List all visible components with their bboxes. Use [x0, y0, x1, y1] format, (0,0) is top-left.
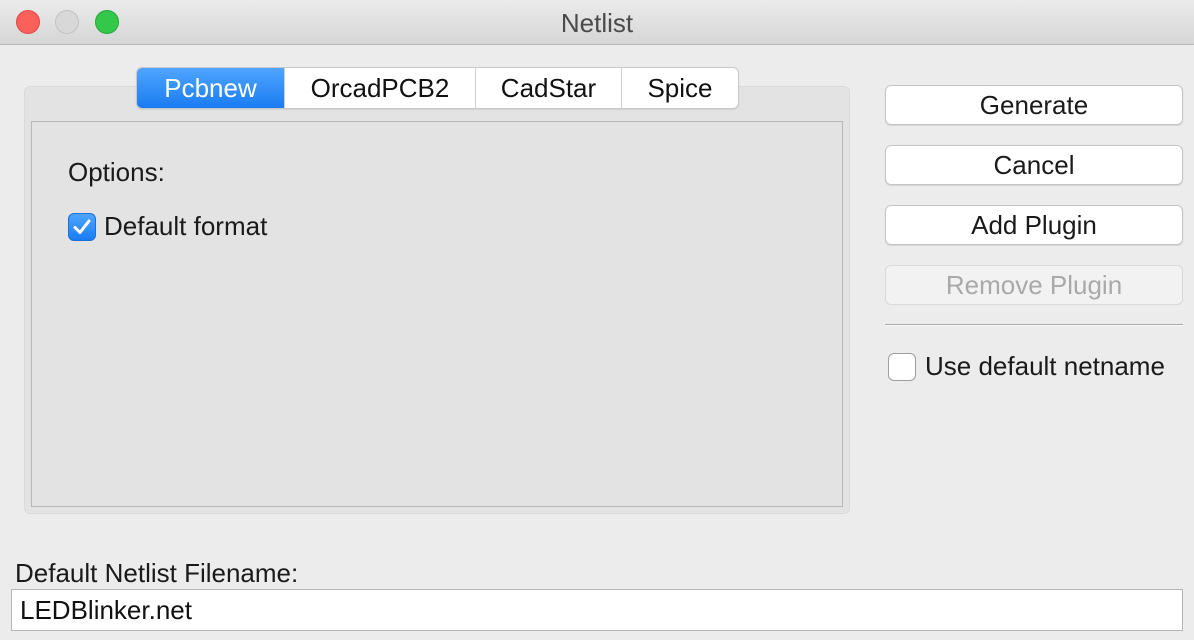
cancel-button[interactable]: Cancel: [885, 145, 1183, 185]
options-label: Options:: [68, 157, 165, 187]
default-format-checkbox[interactable]: [68, 213, 96, 241]
tab-pcbnew[interactable]: Pcbnew: [137, 68, 285, 108]
title-bar: Netlist: [0, 0, 1194, 45]
separator: [885, 324, 1183, 326]
tab-orcadpcb2[interactable]: OrcadPCB2: [285, 68, 476, 108]
use-default-netname-checkbox[interactable]: [888, 353, 916, 381]
generate-button[interactable]: Generate: [885, 85, 1183, 125]
filename-label: Default Netlist Filename:: [15, 558, 299, 588]
tab-spice[interactable]: Spice: [622, 68, 738, 108]
checkmark-icon: [73, 219, 91, 234]
add-plugin-button[interactable]: Add Plugin: [885, 205, 1183, 245]
default-format-label[interactable]: Default format: [104, 211, 267, 242]
tab-cadstar[interactable]: CadStar: [476, 68, 622, 108]
filename-input[interactable]: [11, 589, 1183, 631]
remove-plugin-button[interactable]: Remove Plugin: [885, 265, 1183, 305]
use-default-netname-label[interactable]: Use default netname: [925, 351, 1165, 382]
netlist-dialog: Netlist Pcbnew OrcadPCB2 CadStar Spice O…: [0, 0, 1194, 640]
window-title: Netlist: [560, 8, 634, 38]
tab-bar: Pcbnew OrcadPCB2 CadStar Spice: [136, 67, 739, 109]
